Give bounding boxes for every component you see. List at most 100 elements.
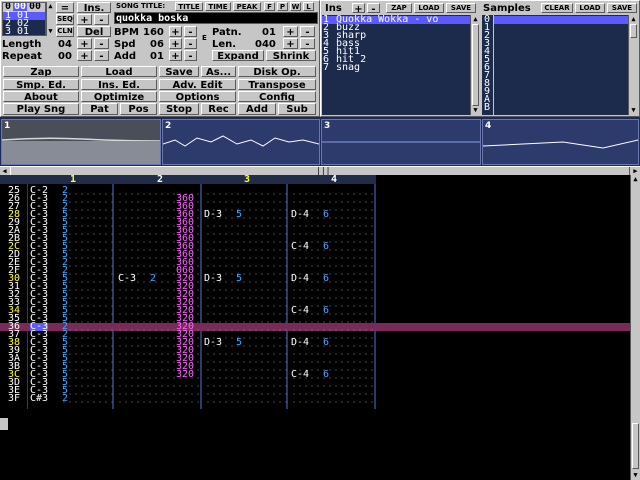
instrument-editor-button[interactable]: Ins. Ed. (81, 79, 157, 90)
instrument-zap-button[interactable]: ZAP (386, 3, 412, 13)
scope-channel-3[interactable]: 3 (321, 119, 481, 165)
delete-position-button[interactable]: Del (77, 26, 111, 37)
shrink-button[interactable]: Shrink (266, 50, 316, 61)
scope-channel-4[interactable]: 4 (482, 119, 639, 165)
flag-f-button[interactable]: F (264, 2, 275, 11)
order-minus-button[interactable]: - (94, 14, 109, 25)
optimize-button[interactable]: Optimize (81, 91, 157, 102)
sample-editor-button[interactable]: Smp. Ed. (3, 79, 79, 90)
pattern-plus-button[interactable]: + (283, 26, 298, 37)
instrument-scrollbar[interactable]: ▲ ▼ (470, 15, 480, 115)
channel-header-3[interactable]: 3 (244, 175, 250, 185)
repeat-plus-button[interactable]: + (77, 50, 92, 61)
play-position-button[interactable]: Pos (120, 103, 157, 115)
length-minus-button[interactable]: - (94, 38, 109, 49)
pattern-editor[interactable]: 1 2 3 4 25 C-2 2 26 C-3 2 360 27 C-3 2 360 28 C-3 5 36… (0, 175, 630, 480)
table-row[interactable]: 35 C-3 5 320 (0, 314, 630, 324)
order-list[interactable]: 0 00 00 1 01 2 02 3 01 (2, 2, 46, 36)
bpm-plus-button[interactable]: + (169, 26, 182, 37)
add-plus-button[interactable]: + (169, 50, 182, 61)
bpm-minus-button[interactable]: - (184, 26, 197, 37)
flag-w-button[interactable]: W (290, 2, 301, 11)
speed-plus-button[interactable]: + (169, 38, 182, 49)
sample-clear-button[interactable]: CLEAR (541, 3, 573, 13)
pattern-hscrollbar[interactable]: ◀ ||| ▶ (0, 166, 640, 175)
table-row[interactable]: 31 C-3 5 320 (0, 282, 630, 292)
table-row[interactable]: 2B C-3 5 360 (0, 234, 630, 244)
table-row[interactable]: 34 C-3 5 320 C-4 6 (0, 306, 630, 316)
table-row[interactable]: 37 C-3 2 320 (0, 330, 630, 340)
zap-button[interactable]: Zap (3, 66, 79, 77)
stop-button[interactable]: Stop (159, 103, 199, 115)
hscroll-right-icon[interactable]: ▶ (631, 167, 640, 175)
table-row[interactable]: 32 C-3 5 320 (0, 290, 630, 300)
order-plus-button[interactable]: + (77, 14, 92, 25)
sample-list[interactable]: 0123456789AB (482, 15, 628, 115)
table-row[interactable]: 3C C-3 5 320 C-4 6 (0, 370, 630, 380)
table-row[interactable]: 28 C-3 5 360 D-3 5 D-4 6 (0, 210, 630, 220)
table-row[interactable]: 39 C-3 5 320 (0, 346, 630, 356)
table-row[interactable]: 36 C-3 2 320 (0, 322, 630, 332)
sample-scroll-up-icon[interactable]: ▲ (629, 15, 638, 24)
pattern-length-plus-button[interactable]: + (283, 38, 298, 49)
repeat-minus-button[interactable]: - (94, 50, 109, 61)
about-button[interactable]: About (3, 91, 79, 102)
table-row[interactable]: 2C C-3 5 360 C-4 6 (0, 242, 630, 252)
instrument-minus-button[interactable]: - (367, 3, 380, 13)
channel-header-2[interactable]: 2 (157, 175, 163, 185)
insert-position-button[interactable]: Ins. (77, 2, 111, 13)
advanced-edit-button[interactable]: Adv. Edit (159, 79, 236, 90)
options-button[interactable]: Options (159, 91, 236, 102)
order-scrollbar[interactable]: ▲ ▼ (46, 2, 54, 36)
channel-header-1[interactable]: 1 (70, 175, 76, 185)
table-row[interactable]: 3A C-3 5 320 (0, 354, 630, 364)
table-row[interactable]: 2F C-3 2 060 (0, 266, 630, 276)
pattern-scroll-thumb[interactable] (632, 423, 639, 469)
table-row[interactable]: 29 C-3 5 360 (0, 218, 630, 228)
sample-scrollbar[interactable]: ▲ ▼ (628, 15, 638, 115)
load-button[interactable]: Load (81, 66, 157, 77)
pattern-scroll-down-icon[interactable]: ▼ (631, 471, 640, 480)
sample-load-button[interactable]: LOAD (575, 3, 605, 13)
table-row[interactable]: 2E C-3 2 360 (0, 258, 630, 268)
sub-step-button[interactable]: Sub (278, 103, 316, 115)
table-row[interactable]: 2A C-3 5 360 (0, 226, 630, 236)
flag-l-button[interactable]: L (303, 2, 314, 11)
play-pattern-button[interactable]: Pat (81, 103, 118, 115)
sort-tab-time[interactable]: TIME (205, 2, 231, 11)
play-song-button[interactable]: Play Sng (3, 103, 79, 115)
table-row[interactable]: 3E C-3 5 (0, 386, 630, 396)
save-as-button[interactable]: As... (201, 66, 236, 77)
table-row[interactable]: 3D C-3 5 (0, 378, 630, 388)
order-scroll-down-icon[interactable]: ▼ (47, 27, 54, 36)
disk-op-button[interactable]: Disk Op. (238, 66, 316, 77)
record-button[interactable]: Rec (201, 103, 236, 115)
seq-button[interactable]: SEQ (56, 14, 74, 25)
table-row[interactable]: 27 C-3 2 360 (0, 202, 630, 212)
equals-button[interactable]: = (56, 2, 74, 13)
pattern-minus-button[interactable]: - (300, 26, 315, 37)
table-row[interactable]: 30 C-3 5 C-3 2 320 D-3 5 D-4 6 (0, 274, 630, 284)
cln-button[interactable]: CLN (56, 26, 74, 37)
sample-save-button[interactable]: SAVE (607, 3, 637, 13)
sample-scroll-thumb[interactable] (630, 24, 637, 38)
pattern-length-minus-button[interactable]: - (300, 38, 315, 49)
list-item[interactable]: 7 snag (322, 63, 480, 73)
instrument-list[interactable]: 1 Quokka Wokka - vo 2 buzz 3 sharp 4 bas… (322, 15, 480, 115)
transpose-button[interactable]: Transpose (238, 79, 316, 90)
table-row[interactable]: 25 C-2 2 (0, 186, 630, 196)
table-row[interactable]: 3B C-3 5 320 (0, 362, 630, 372)
instrument-save-button[interactable]: SAVE (446, 3, 476, 13)
sort-tab-title[interactable]: TITLE (175, 2, 203, 11)
config-button[interactable]: Config (238, 91, 316, 102)
instrument-scroll-up-icon[interactable]: ▲ (471, 15, 480, 24)
add-minus-button[interactable]: - (184, 50, 197, 61)
add-step-button[interactable]: Add (238, 103, 276, 115)
instrument-scroll-thumb[interactable] (472, 24, 479, 106)
order-row[interactable]: 3 01 (3, 27, 45, 36)
sample-selected-row[interactable] (494, 16, 628, 24)
hscroll-left-icon[interactable]: ◀ (0, 167, 9, 175)
scope-channel-2[interactable]: 2 (162, 119, 320, 165)
table-row[interactable]: 26 C-3 2 360 (0, 194, 630, 204)
hscroll-thumb[interactable]: ||| (10, 166, 630, 175)
